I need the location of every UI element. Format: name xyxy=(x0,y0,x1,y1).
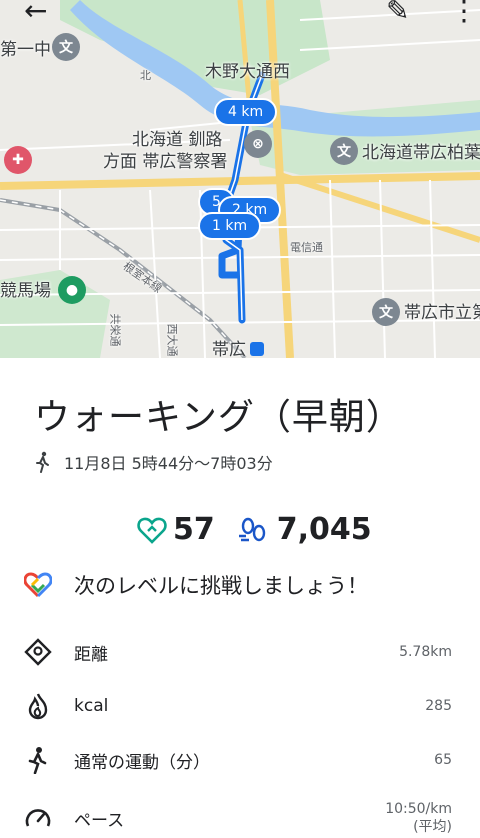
activity-datetime-row: 11月8日 5時44分〜7時03分 xyxy=(34,450,273,474)
metric-value: 285 xyxy=(425,698,452,714)
metric-value: 5.78km xyxy=(399,644,452,660)
activity-title: ウォーキング（早朝） xyxy=(34,397,403,438)
walk-icon xyxy=(24,746,52,774)
walk-icon xyxy=(36,451,49,473)
heart-points-icon xyxy=(137,517,167,544)
school-icon[interactable]: 文 xyxy=(372,298,400,326)
map-label-nishi-odori: 西大通 xyxy=(165,323,179,357)
edit-icon[interactable]: ✎ xyxy=(386,0,409,25)
metric-label: 距離 xyxy=(74,644,108,665)
pace-sub: (平均) xyxy=(413,819,452,835)
fire-icon xyxy=(24,692,52,720)
back-arrow-icon[interactable]: ← xyxy=(24,0,47,25)
more-options-icon[interactable]: ⋮ xyxy=(450,0,478,25)
distance-icon xyxy=(24,638,52,666)
map-label-hokkaido-kushiro: 北海道 釧路 xyxy=(132,130,223,150)
hospital-icon[interactable]: ✚ xyxy=(4,146,32,174)
metric-row-distance: 距離 5.78km xyxy=(24,638,452,666)
metric-value: 10:50/km (平均) xyxy=(385,800,452,836)
map-label-kita: 北 xyxy=(140,69,151,82)
metric-label: ペース xyxy=(74,810,125,831)
challenge-text: 次のレベルに挑戦しましょう！ xyxy=(74,574,368,598)
speedometer-icon xyxy=(24,804,52,832)
map-label-daiichu: 第一中 xyxy=(0,40,51,60)
map-label-keibajo: 競馬場 xyxy=(0,281,51,301)
km-marker-4: 4 km xyxy=(214,98,278,126)
google-fit-icon xyxy=(24,572,52,598)
metric-row-pace: ペース 10:50/km (平均) xyxy=(24,800,452,836)
route-map[interactable]: ← ✎ ⋮ 第一中 文 北 木野大通西 ✚ 北海道 釧路 ⊗ 方面 帯広警察署 … xyxy=(0,0,480,358)
map-label-denshin: 電信通 xyxy=(290,241,323,254)
metric-label: kcal xyxy=(74,696,109,716)
map-label-shiritsu: 帯広市立第 xyxy=(404,303,480,323)
metric-value: 65 xyxy=(434,752,452,768)
activity-datetime: 11月8日 5時44分〜7時03分 xyxy=(64,454,273,473)
pace-value: 10:50/km xyxy=(385,801,452,817)
map-label-police: 方面 帯広警察署 xyxy=(103,152,228,172)
place-pin-icon[interactable]: ● xyxy=(58,276,86,304)
map-label-kinodori: 木野大通西 xyxy=(205,62,290,82)
steps-value: 7,045 xyxy=(276,512,372,547)
school-icon[interactable]: 文 xyxy=(52,33,80,61)
heart-points-value: 57 xyxy=(173,512,215,547)
map-label-station: 帯広 xyxy=(212,340,246,358)
train-station-icon xyxy=(250,342,264,356)
school-icon[interactable]: 文 xyxy=(330,137,358,165)
activity-stats: 57 7,045 xyxy=(137,512,394,547)
map-label-kyoei: 共栄通 xyxy=(108,313,122,347)
map-label-kashiwa: 北海道帯広柏葉 xyxy=(362,143,480,163)
km-marker-1: 1 km xyxy=(198,212,262,240)
challenge-banner[interactable]: 次のレベルに挑戦しましょう！ xyxy=(24,570,368,600)
metric-row-kcal: kcal 285 xyxy=(24,692,452,720)
metric-label: 通常の運動（分） xyxy=(74,752,210,773)
metric-row-move-minutes: 通常の運動（分） 65 xyxy=(24,746,452,774)
police-icon[interactable]: ⊗ xyxy=(244,130,272,158)
steps-icon xyxy=(238,517,265,541)
